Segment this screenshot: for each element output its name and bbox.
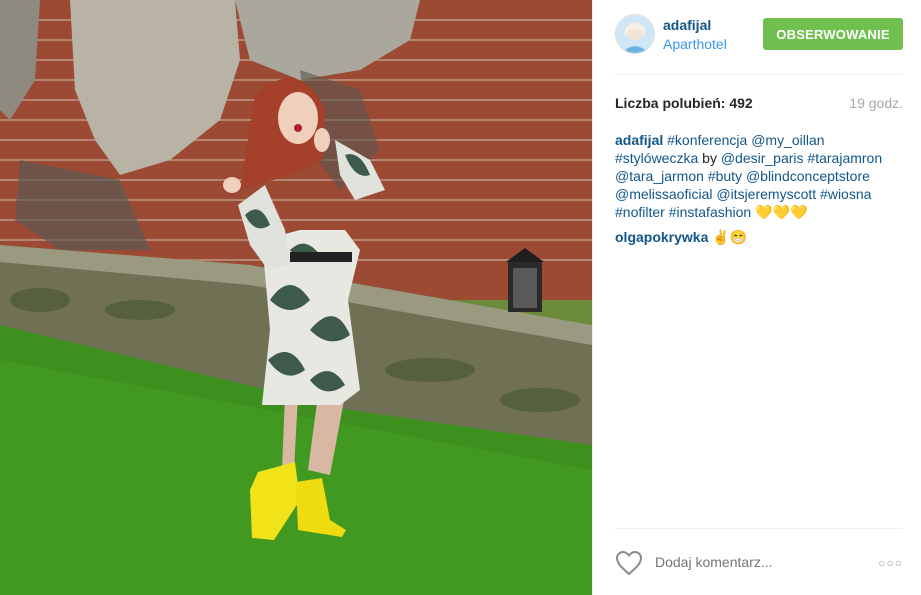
caption-tag[interactable]: #stylóweczka [615, 150, 698, 166]
caption-tag[interactable]: #konferencja [667, 132, 747, 148]
caption-tag[interactable]: #buty [708, 168, 742, 184]
comment-input[interactable] [655, 554, 825, 570]
caption-tag[interactable]: #tarajamron [807, 150, 882, 166]
likes-count[interactable]: Liczba polubień: 492 [615, 95, 753, 111]
more-options-icon[interactable]: ○○○ [878, 556, 903, 570]
caption-tag[interactable]: #wiosna [820, 186, 871, 202]
caption-tag[interactable]: #nofilter [615, 204, 665, 220]
divider [615, 74, 903, 75]
caption-tag[interactable]: #instafashion [669, 204, 752, 220]
follow-button[interactable]: OBSERWOWANIE [763, 18, 903, 50]
post-username[interactable]: adafijal [663, 17, 711, 33]
comment-username[interactable]: olgapokrywka [615, 229, 708, 245]
divider [615, 528, 903, 529]
avatar[interactable] [615, 14, 655, 54]
caption-mention[interactable]: @desir_paris [721, 150, 804, 166]
caption-text: by [702, 150, 717, 166]
post-caption: adafijal #konferencja @my_oillan #stylów… [615, 131, 905, 221]
heart-outline-icon[interactable] [615, 550, 643, 576]
photo-illustration [0, 0, 592, 595]
caption-mention[interactable]: @tara_jarmon [615, 168, 704, 184]
caption-username[interactable]: adafijal [615, 132, 663, 148]
post-header: adafijal Aparthotel OBSERWOWANIE [615, 14, 903, 58]
caption-emoji: 💛💛💛 [755, 204, 808, 220]
post-photo[interactable] [0, 0, 592, 595]
comment-item: olgapokrywka ✌😁 [615, 229, 747, 246]
caption-mention[interactable]: @my_oillan [751, 132, 824, 148]
post-side-panel: adafijal Aparthotel OBSERWOWANIE Liczba … [592, 0, 921, 595]
comment-text: ✌😁 [712, 229, 748, 245]
post-view: adafijal Aparthotel OBSERWOWANIE Liczba … [0, 0, 921, 595]
post-time[interactable]: 19 godz. [849, 95, 903, 111]
avatar-image [616, 15, 654, 53]
caption-mention[interactable]: @blindconceptstore [746, 168, 870, 184]
post-location[interactable]: Aparthotel [663, 36, 727, 52]
caption-mention[interactable]: @itsjeremyscott [716, 186, 816, 202]
caption-mention[interactable]: @melissaoficial [615, 186, 712, 202]
